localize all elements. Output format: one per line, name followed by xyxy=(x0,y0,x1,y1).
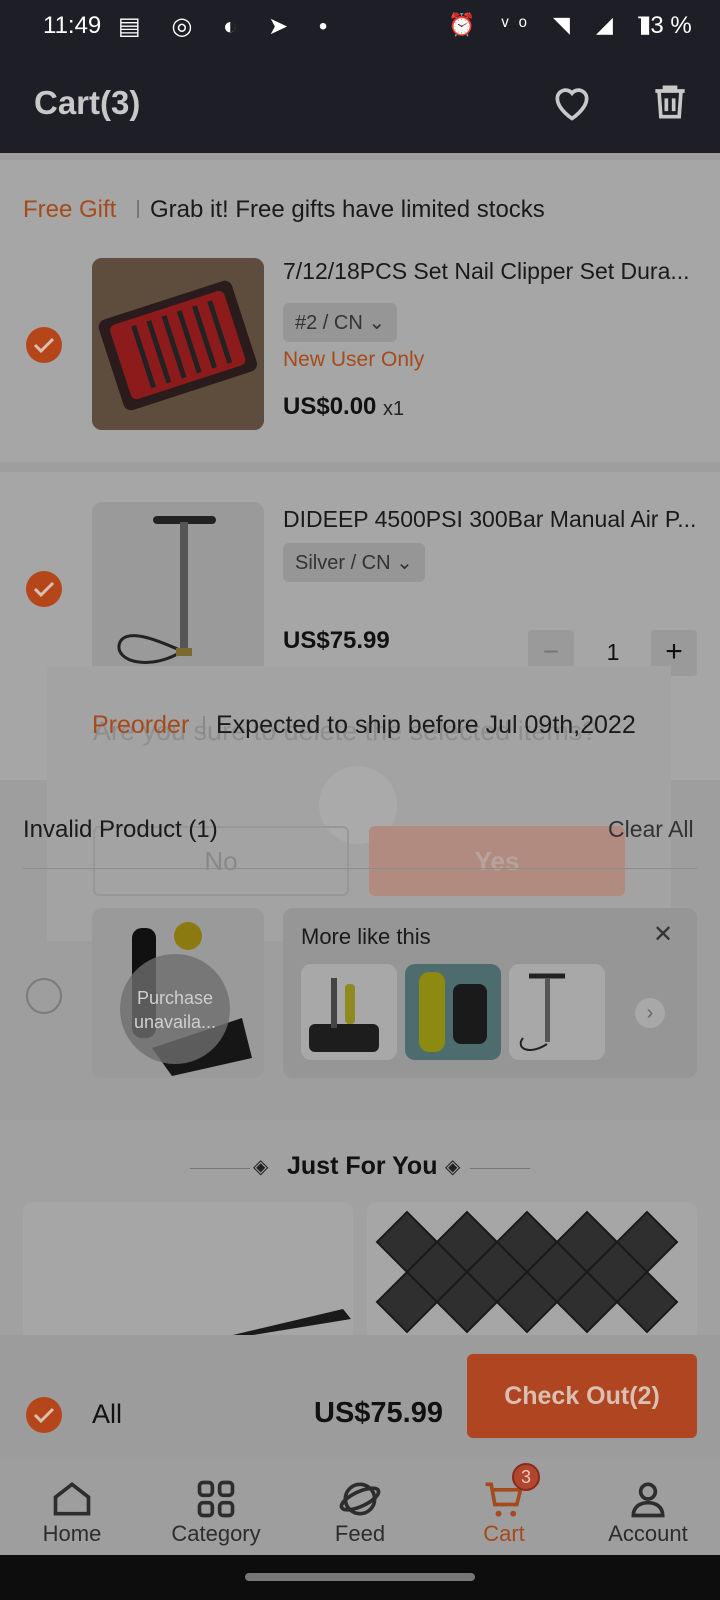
home-indicator[interactable] xyxy=(245,1573,475,1581)
select-all-label[interactable]: All xyxy=(92,1399,122,1430)
chevron-right-icon[interactable]: › xyxy=(635,998,665,1028)
free-gift-variant-select[interactable]: #2 / CN ⌄ xyxy=(283,303,398,342)
free-gift-price: US$0.00 xyxy=(283,393,377,420)
system-icons: ⏰ ᵛᵒ ◥ ◢ ▮ xyxy=(448,12,662,37)
air-pump-image[interactable] xyxy=(92,502,264,674)
delete-trash-icon[interactable] xyxy=(648,80,692,124)
invalid-products-heading: Invalid Product (1) xyxy=(23,816,218,843)
recommendation-image-1[interactable] xyxy=(301,964,397,1060)
divider xyxy=(23,868,697,869)
checkout-button[interactable]: Check Out(2) xyxy=(467,1354,697,1438)
home-icon xyxy=(0,1469,144,1521)
battery-level: 73 % xyxy=(637,12,692,39)
recommended-product-card[interactable] xyxy=(367,1202,697,1335)
nav-label: Home xyxy=(42,1521,102,1546)
nav-item-feed[interactable]: Feed xyxy=(288,1469,432,1547)
new-user-badge: New User Only xyxy=(283,348,425,371)
variant-label: #2 / CN xyxy=(295,312,363,334)
free-gift-message: Grab it! Free gifts have limited stocks xyxy=(150,196,545,223)
recommendation-image-3[interactable] xyxy=(509,964,605,1060)
divider xyxy=(190,1168,250,1169)
just-for-you-section: ◈ Just For You ◈ xyxy=(0,1120,720,1335)
recommended-product-card[interactable] xyxy=(23,1202,353,1335)
free-gift-checkbox-checked-icon[interactable] xyxy=(26,327,62,363)
status-time: 11:49 xyxy=(43,12,102,39)
divider xyxy=(203,716,205,734)
feed-icon xyxy=(288,1469,432,1521)
cart-item-checkbox-checked-icon[interactable] xyxy=(26,571,62,607)
cart-icon xyxy=(432,1469,576,1521)
nav-item-cart[interactable]: Cart 3 xyxy=(432,1463,576,1547)
status-bar: 11:49 ▤ ◎ ◐ ➤ • ⏰ ᵛᵒ ◥ ◢ ▮ 73 % xyxy=(0,0,720,56)
category-icon xyxy=(144,1469,288,1521)
nail-clipper-image[interactable] xyxy=(92,258,264,430)
invalid-product-image[interactable]: Purchase unavaila... xyxy=(92,908,264,1078)
preorder-tag: Preorder xyxy=(92,711,190,739)
free-gift-section: Free Gift Grab it! Free gifts have limit… xyxy=(0,160,720,462)
clear-all-button[interactable]: Clear All xyxy=(608,816,694,843)
select-all-checkbox-checked-icon[interactable] xyxy=(26,1397,62,1433)
more-like-this-title: More like this xyxy=(301,924,431,949)
invalid-products-section: Invalid Product (1) Clear All Purchase u… xyxy=(0,786,720,1116)
nav-label: Category xyxy=(171,1521,261,1546)
account-icon xyxy=(576,1469,720,1521)
recommendation-image-2[interactable] xyxy=(405,964,501,1060)
chevron-down-icon: ⌄ xyxy=(368,312,386,334)
nav-item-account[interactable]: Account xyxy=(576,1469,720,1547)
cart-item-variant-select[interactable]: Silver / CN ⌄ xyxy=(283,543,425,582)
chevron-down-icon: ⌄ xyxy=(396,552,413,574)
divider xyxy=(470,1168,530,1169)
page-title: Cart(3) xyxy=(34,84,141,121)
nav-label: Cart xyxy=(483,1521,525,1546)
invalid-item-checkbox-icon[interactable] xyxy=(26,978,62,1014)
free-gift-tag: Free Gift xyxy=(23,196,117,223)
nav-item-category[interactable]: Category xyxy=(144,1469,288,1547)
more-like-this-panel: More like this ✕ › xyxy=(283,908,697,1078)
nav-item-home[interactable]: Home xyxy=(0,1469,144,1547)
cart-item-title[interactable]: DIDEEP 4500PSI 300Bar Manual Air P... xyxy=(283,506,696,533)
gesture-bar xyxy=(0,1555,720,1600)
notification-icons: ▤ ◎ ◐ ➤ • xyxy=(118,13,340,40)
bottom-navigation: Home Category Feed Cart 3 Account xyxy=(0,1457,720,1555)
preorder-message: Expected to ship before Jul 09th,2022 xyxy=(216,711,636,739)
divider xyxy=(137,200,139,218)
cart-item-price: US$75.99 xyxy=(283,627,390,654)
diamond-icon: ◈ xyxy=(445,1156,461,1178)
total-price: US$75.99 xyxy=(314,1397,443,1429)
nav-label: Feed xyxy=(334,1521,386,1546)
nav-label: Account xyxy=(608,1521,688,1546)
cart-count-badge: 3 xyxy=(512,1463,540,1491)
variant-label: Silver / CN xyxy=(295,552,391,574)
free-gift-qty: x1 xyxy=(383,398,405,420)
just-for-you-title: Just For You xyxy=(287,1152,438,1180)
close-icon[interactable]: ✕ xyxy=(653,920,673,949)
wishlist-heart-icon[interactable] xyxy=(550,80,594,124)
purchase-unavailable-label: Purchase unavaila... xyxy=(120,954,230,1064)
app-header: Cart(3) xyxy=(0,56,720,153)
diamond-icon: ◈ xyxy=(253,1156,269,1178)
free-gift-title[interactable]: 7/12/18PCS Set Nail Clipper Set Dura... xyxy=(283,258,690,285)
